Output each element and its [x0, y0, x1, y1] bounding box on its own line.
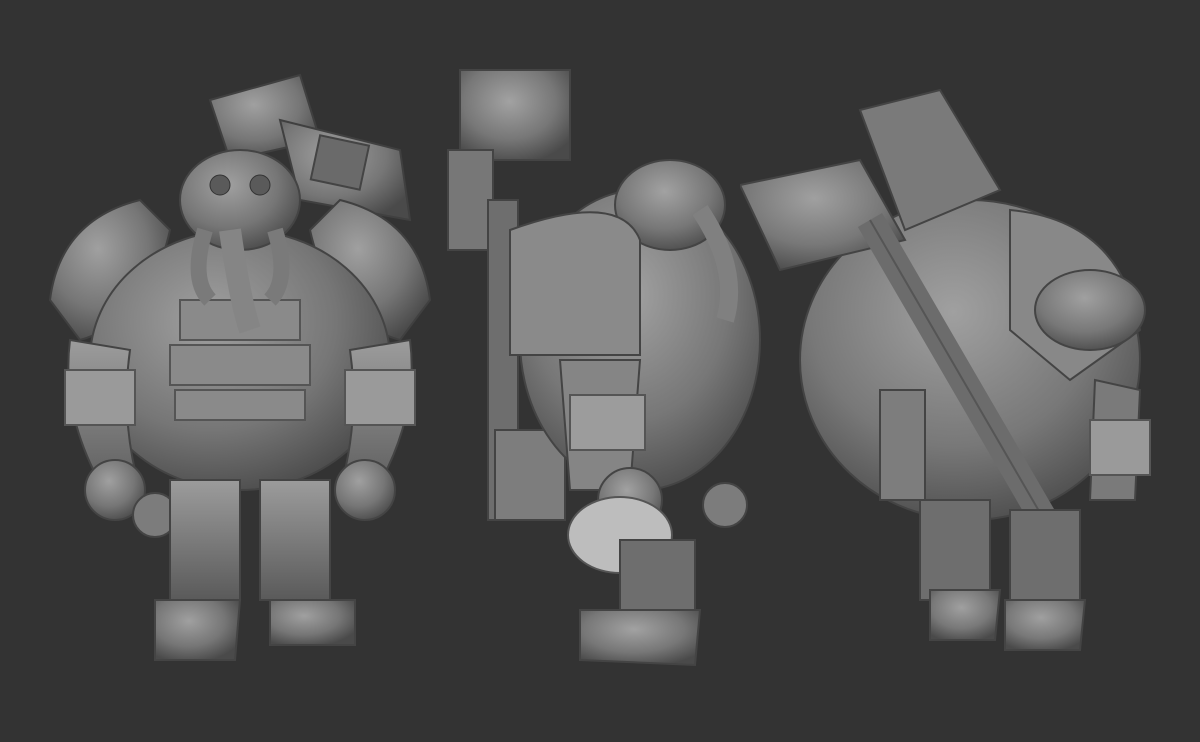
- left-bracer: [64, 369, 136, 426]
- character-front-view: [20, 0, 460, 742]
- leg: [619, 539, 696, 621]
- glove: [1034, 269, 1146, 351]
- belt-pouch: [879, 389, 926, 501]
- boot: [579, 609, 702, 667]
- hammer-head: [459, 69, 571, 161]
- bracer: [569, 394, 646, 451]
- right-leg: [259, 479, 331, 601]
- bracer: [1089, 419, 1151, 476]
- right-bracer: [344, 369, 416, 426]
- character-side-view: [440, 0, 770, 742]
- shoulder-pad: [509, 211, 641, 356]
- right-boot: [269, 599, 356, 646]
- left-leg: [169, 479, 241, 601]
- right-boot: [1004, 599, 1087, 651]
- left-leg: [919, 499, 991, 601]
- character-back-three-quarter-view: [740, 0, 1180, 742]
- right-leg: [1009, 509, 1081, 611]
- viewport-canvas: [0, 0, 1200, 742]
- left-boot: [929, 589, 1002, 641]
- left-boot: [154, 599, 242, 661]
